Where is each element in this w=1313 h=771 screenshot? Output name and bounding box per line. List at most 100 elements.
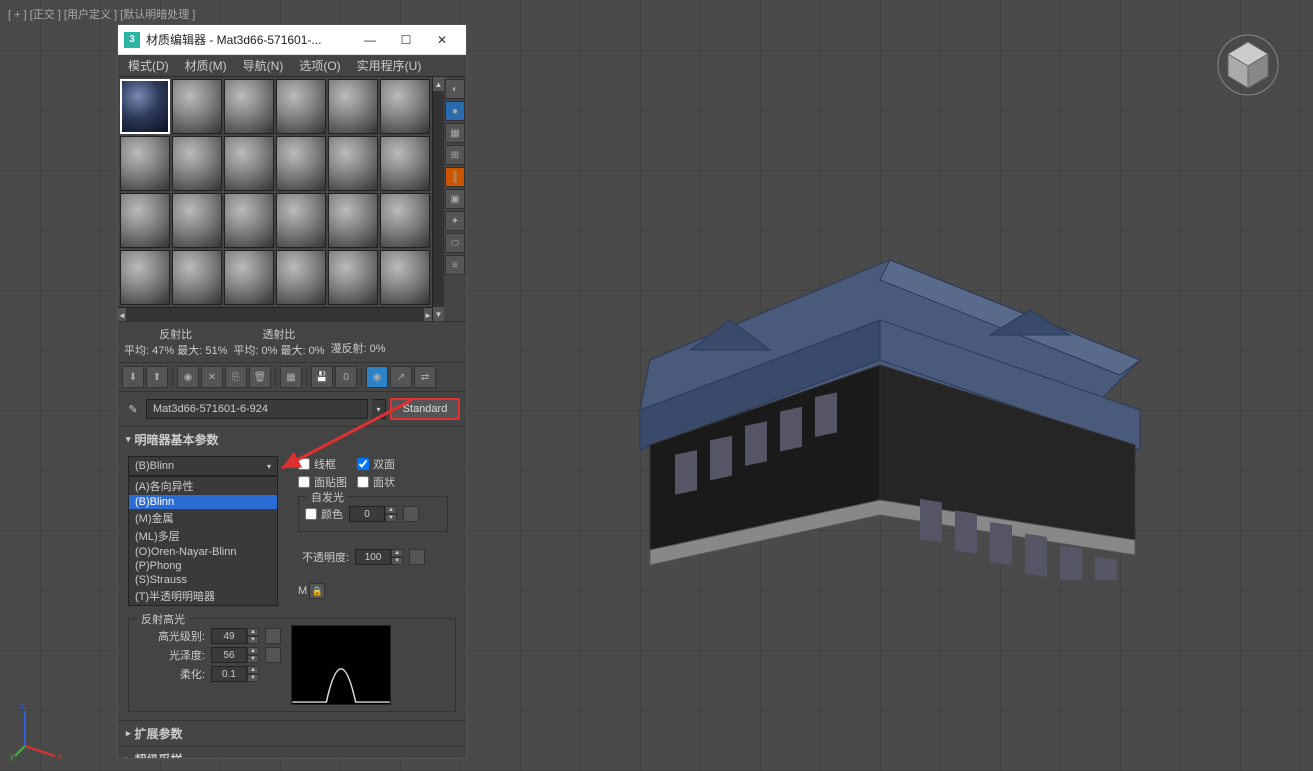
map-slot-button[interactable] xyxy=(265,628,281,644)
building-model[interactable] xyxy=(580,220,1180,580)
axis-gizmo[interactable]: x y z xyxy=(10,701,70,761)
spin-up-icon[interactable]: ▲ xyxy=(391,549,403,557)
sample-slot[interactable] xyxy=(380,250,430,305)
sample-slot[interactable] xyxy=(120,79,170,134)
copy-icon[interactable]: ⎘ xyxy=(225,366,247,388)
map-slot-button[interactable] xyxy=(403,506,419,522)
soften-spinner[interactable]: ▲▼ xyxy=(211,666,259,682)
spin-down-icon[interactable]: ▼ xyxy=(247,674,259,682)
scroll-down-icon[interactable]: ▼ xyxy=(433,307,444,321)
spin-up-icon[interactable]: ▲ xyxy=(247,628,259,636)
background-icon[interactable]: ▦ xyxy=(445,123,465,143)
sample-slot[interactable] xyxy=(276,136,326,191)
dropdown-item[interactable]: (B)Blinn xyxy=(129,495,277,509)
menu-material[interactable]: 材质(M) xyxy=(179,55,233,76)
close-button[interactable]: ✕ xyxy=(424,26,460,54)
assign-icon[interactable]: ◉ xyxy=(177,366,199,388)
spin-up-icon[interactable]: ▲ xyxy=(247,647,259,655)
sample-slot[interactable] xyxy=(328,136,378,191)
video-check-icon[interactable]: ║ xyxy=(445,167,465,187)
dropdown-current[interactable]: (B)Blinn xyxy=(128,456,278,476)
spin-up-icon[interactable]: ▲ xyxy=(247,666,259,674)
sample-slot[interactable] xyxy=(172,79,222,134)
material-name-dropdown[interactable]: ▾ xyxy=(372,399,386,419)
sample-slot[interactable] xyxy=(380,136,430,191)
lock-icon[interactable]: 🔒 xyxy=(309,583,325,599)
viewport-label[interactable]: [ + ] [正交 ] [用户定义 ] [默认明暗处理 ] xyxy=(8,6,195,22)
sample-slot[interactable] xyxy=(328,250,378,305)
save-icon[interactable]: 💾 xyxy=(311,366,333,388)
menu-options[interactable]: 选项(O) xyxy=(293,55,346,76)
sample-slot[interactable] xyxy=(224,193,274,248)
rollout-header[interactable]: 超级采样 xyxy=(118,747,466,758)
facemap-checkbox[interactable]: 面贴图 xyxy=(298,474,347,490)
sample-slot[interactable] xyxy=(172,193,222,248)
twoside-checkbox[interactable]: 双面 xyxy=(357,456,395,472)
spin-up-icon[interactable]: ▲ xyxy=(385,506,397,514)
spin-down-icon[interactable]: ▼ xyxy=(385,514,397,522)
dropdown-item[interactable]: (A)各向异性 xyxy=(129,477,277,495)
go-parent-icon[interactable]: ◉ xyxy=(366,366,388,388)
sample-slot[interactable] xyxy=(328,193,378,248)
slot-scroll-h[interactable]: ◄ ► xyxy=(118,307,432,321)
slot-scroll-v[interactable]: ▲ ▼ xyxy=(432,77,444,321)
sample-slot[interactable] xyxy=(328,79,378,134)
menu-mode[interactable]: 模式(D) xyxy=(122,55,175,76)
reset-icon[interactable]: ✕ xyxy=(201,366,223,388)
gloss-spinner[interactable]: ▲▼ xyxy=(211,647,259,663)
sibling-icon[interactable]: ⇄ xyxy=(414,366,436,388)
get-material-icon[interactable]: ⬇ xyxy=(122,366,144,388)
zero-icon[interactable]: 0 xyxy=(335,366,357,388)
dropdown-item[interactable]: (ML)多层 xyxy=(129,527,277,545)
sample-slot[interactable] xyxy=(276,79,326,134)
sample-slot[interactable] xyxy=(120,136,170,191)
backlight-icon[interactable]: ● xyxy=(445,101,465,121)
menu-nav[interactable]: 导航(N) xyxy=(237,55,290,76)
opacity-spinner[interactable]: ▲▼ xyxy=(355,549,403,565)
titlebar[interactable]: 3 材质编辑器 - Mat3d66-571601-... — ☐ ✕ xyxy=(118,25,466,55)
self-illum-color-checkbox[interactable]: 颜色 xyxy=(305,506,343,522)
make-preview-icon[interactable]: ▣ xyxy=(445,189,465,209)
spin-down-icon[interactable]: ▼ xyxy=(247,655,259,663)
dropdown-item[interactable]: (O)Oren-Nayar-Blinn xyxy=(129,545,277,559)
viewcube[interactable] xyxy=(1213,30,1283,100)
sample-slot[interactable] xyxy=(276,250,326,305)
sample-type-icon[interactable]: ◐ xyxy=(445,79,465,99)
show-map-icon[interactable]: ▦ xyxy=(280,366,302,388)
maximize-button[interactable]: ☐ xyxy=(388,26,424,54)
spin-down-icon[interactable]: ▼ xyxy=(247,636,259,644)
dropdown-item[interactable]: (P)Phong xyxy=(129,559,277,573)
rollout-header[interactable]: 明暗器基本参数 xyxy=(118,427,466,452)
go-forward-icon[interactable]: ↗ xyxy=(390,366,412,388)
scroll-up-icon[interactable]: ▲ xyxy=(433,77,444,91)
sample-slot[interactable] xyxy=(224,79,274,134)
shader-type-dropdown[interactable]: (B)Blinn (A)各向异性 (B)Blinn (M)金属 (ML)多层 (… xyxy=(128,456,278,476)
map-slot-button[interactable] xyxy=(409,549,425,565)
scroll-right-icon[interactable]: ► xyxy=(424,308,432,322)
faceted-checkbox[interactable]: 面状 xyxy=(357,474,395,490)
eyedropper-icon[interactable]: ✎ xyxy=(124,400,142,418)
sample-slot[interactable] xyxy=(172,250,222,305)
wire-checkbox[interactable]: 线框 xyxy=(298,456,347,472)
map-slot-button[interactable] xyxy=(265,647,281,663)
dropdown-item[interactable]: (M)金属 xyxy=(129,509,277,527)
hl-level-spinner[interactable]: ▲▼ xyxy=(211,628,259,644)
menu-util[interactable]: 实用程序(U) xyxy=(351,55,428,76)
put-to-scene-icon[interactable]: ⬆ xyxy=(146,366,168,388)
uv-tile-icon[interactable]: ⊞ xyxy=(445,145,465,165)
list-icon[interactable]: ≡ xyxy=(445,255,465,275)
self-illum-spinner[interactable]: ▲▼ xyxy=(349,506,397,522)
rollout-header[interactable]: 扩展参数 xyxy=(118,721,466,746)
sample-slot[interactable] xyxy=(276,193,326,248)
delete-icon[interactable]: 🗑 xyxy=(249,366,271,388)
sample-slot[interactable] xyxy=(224,136,274,191)
material-name-input[interactable] xyxy=(146,399,368,419)
select-by-mat-icon[interactable]: ⬭ xyxy=(445,233,465,253)
sample-slot[interactable] xyxy=(172,136,222,191)
dropdown-item[interactable]: (S)Strauss xyxy=(129,573,277,587)
scroll-left-icon[interactable]: ◄ xyxy=(118,308,126,322)
options-icon[interactable]: ✦ xyxy=(445,211,465,231)
sample-slot[interactable] xyxy=(224,250,274,305)
sample-slot[interactable] xyxy=(380,193,430,248)
material-type-button[interactable]: Standard xyxy=(390,398,460,420)
